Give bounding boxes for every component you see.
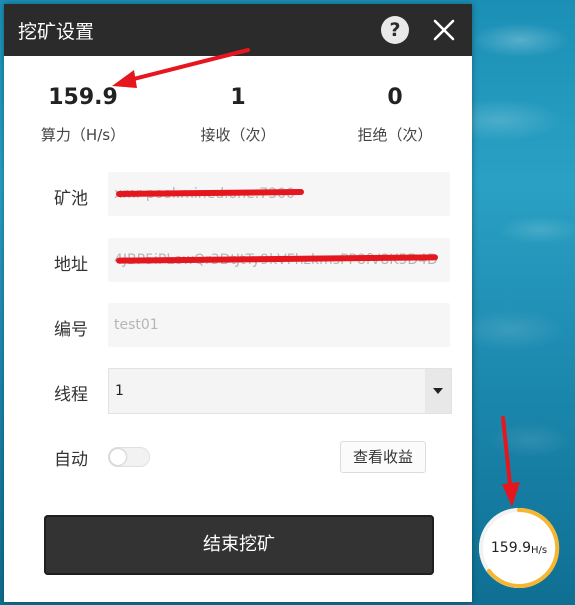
toggle-knob: [110, 449, 126, 465]
address-label: 地址: [54, 255, 88, 275]
hashrate-value: 159.9: [48, 85, 118, 110]
threads-select[interactable]: 1: [108, 368, 452, 414]
floating-hashrate: 159.9 H/s: [476, 505, 562, 591]
hashrate-stat: 159.9 算力（H/s）: [3, 82, 163, 145]
address-input[interactable]: 4JBP5iPLewQr3DtJtTy9kVFhzkmsPP8fV8K5D4D: [108, 238, 450, 282]
worker-id-input[interactable]: test01: [108, 303, 450, 347]
accepted-label: 接收（次）: [200, 126, 276, 144]
rejected-label: 拒绝（次）: [357, 126, 433, 144]
floating-hashrate-unit: H/s: [530, 544, 548, 556]
rejected-stat: 0 拒绝（次）: [315, 82, 475, 145]
dialog-title: 挖矿设置: [18, 20, 95, 43]
stop-mining-button[interactable]: 结束挖矿: [44, 515, 434, 575]
id-label: 编号: [54, 320, 88, 340]
chevron-down-icon[interactable]: [425, 369, 451, 413]
worker-id-value: test01: [114, 317, 159, 333]
mining-settings-dialog: 挖矿设置 ? 159.9 算力（H/s） 1 接收（次） 0 拒绝（次） 矿池 …: [4, 4, 472, 602]
floating-hashrate-value: 159.9: [490, 540, 531, 556]
view-earnings-button[interactable]: 查看收益: [340, 441, 426, 473]
threads-value: 1: [115, 383, 124, 399]
accepted-stat: 1 接收（次）: [158, 82, 318, 145]
close-icon[interactable]: [430, 16, 458, 44]
pool-input[interactable]: xmr-pool.mined.one:7300: [108, 172, 450, 216]
rejected-value: 0: [387, 85, 403, 110]
accepted-value: 1: [230, 85, 246, 110]
auto-toggle[interactable]: [108, 447, 150, 467]
hashrate-label: 算力（H/s）: [40, 126, 126, 144]
floating-hashrate-widget[interactable]: 159.9 H/s: [476, 505, 562, 591]
mining-stats: 159.9 算力（H/s） 1 接收（次） 0 拒绝（次）: [4, 82, 472, 152]
pool-label: 矿池: [54, 189, 88, 209]
threads-label: 线程: [54, 385, 88, 405]
auto-label: 自动: [54, 450, 88, 470]
help-icon[interactable]: ?: [381, 16, 409, 44]
title-bar: 挖矿设置 ?: [4, 4, 472, 56]
